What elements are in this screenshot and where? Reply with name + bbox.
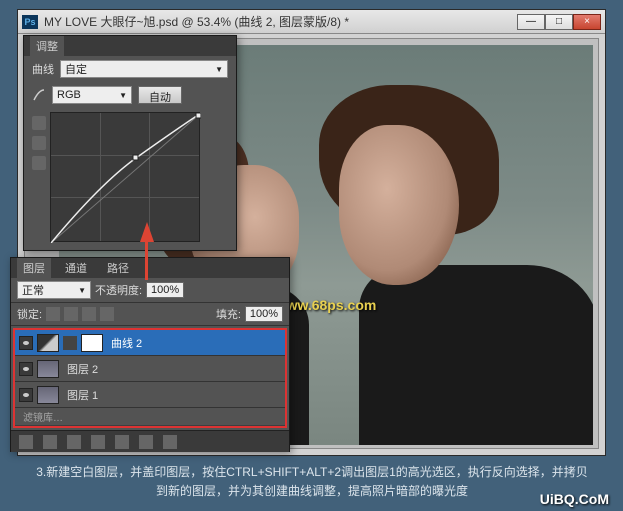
layer-name[interactable]: 曲线 2	[111, 335, 142, 351]
visibility-toggle-icon[interactable]	[19, 362, 33, 376]
tab-layers[interactable]: 图层	[17, 258, 51, 278]
point-curve-icon[interactable]	[32, 88, 46, 102]
curves-graph[interactable]	[50, 112, 200, 242]
eyedropper-white-icon[interactable]	[32, 156, 46, 170]
channel-dropdown[interactable]: RGB ▼	[52, 86, 132, 104]
layers-footer	[11, 430, 289, 452]
tab-adjustments[interactable]: 调整	[30, 36, 64, 56]
adjustment-type-label: 曲线	[32, 61, 54, 77]
trash-icon[interactable]	[163, 435, 177, 449]
eyedropper-gray-icon[interactable]	[32, 136, 46, 150]
lock-all-icon[interactable]	[100, 307, 114, 321]
curves-thumb-icon	[37, 334, 59, 352]
chevron-down-icon: ▼	[119, 91, 127, 100]
curve-line[interactable]	[51, 113, 201, 243]
blend-mode-value: 正常	[22, 282, 44, 298]
fill-label: 填充:	[216, 306, 241, 322]
auto-button[interactable]: 自动	[138, 86, 182, 104]
eyedropper-tools	[32, 112, 46, 242]
layer-thumb-icon	[37, 386, 59, 404]
mask-thumb-icon[interactable]	[81, 334, 103, 352]
maximize-button[interactable]: □	[545, 14, 573, 30]
layer-list-highlighted: 曲线 2 图层 2 图层 1 滤镜库…	[13, 328, 287, 428]
blend-mode-dropdown[interactable]: 正常 ▼	[17, 281, 91, 299]
layer-row[interactable]: 曲线 2	[15, 330, 285, 356]
minimize-button[interactable]: —	[517, 14, 545, 30]
lock-position-icon[interactable]	[82, 307, 96, 321]
layers-tabs: 图层 通道 路径	[11, 258, 289, 278]
fill-input[interactable]: 100%	[245, 306, 283, 322]
panel-tab-bar: 调整	[24, 36, 236, 56]
layer-thumb-icon	[37, 360, 59, 378]
chevron-down-icon: ▼	[215, 65, 223, 74]
lock-pixels-icon[interactable]	[64, 307, 78, 321]
opacity-label: 不透明度:	[95, 282, 142, 298]
lock-transparent-icon[interactable]	[46, 307, 60, 321]
brand-watermark: UiBQ.CoM	[540, 491, 609, 507]
curves-preset-dropdown[interactable]: 自定 ▼	[60, 60, 228, 78]
eyedropper-black-icon[interactable]	[32, 116, 46, 130]
mask-icon[interactable]	[67, 435, 81, 449]
layer-row[interactable]: 图层 2	[15, 356, 285, 382]
close-button[interactable]: ×	[573, 14, 601, 30]
link-icon[interactable]	[63, 336, 77, 350]
visibility-toggle-icon[interactable]	[19, 336, 33, 350]
layer-name[interactable]: 图层 2	[67, 361, 98, 377]
more-label: 滤镜库…	[23, 409, 63, 424]
opacity-input[interactable]: 100%	[146, 282, 184, 298]
document-title: MY LOVE 大眼仔~旭.psd @ 53.4% (曲线 2, 图层蒙版/8)…	[44, 13, 517, 30]
layer-row-more[interactable]: 滤镜库…	[15, 408, 285, 426]
group-icon[interactable]	[115, 435, 129, 449]
layer-name[interactable]: 图层 1	[67, 387, 98, 403]
watermark-text: www.68ps.com	[276, 297, 377, 313]
adjustment-layer-icon[interactable]	[91, 435, 105, 449]
chevron-down-icon: ▼	[78, 286, 86, 295]
fx-icon[interactable]	[43, 435, 57, 449]
tutorial-caption: 3.新建空白图层，并盖印图层，按住CTRL+SHIFT+ALT+2调出图层1的高…	[32, 463, 592, 501]
preset-value: 自定	[65, 61, 87, 77]
adjustments-panel[interactable]: 调整 曲线 自定 ▼ RGB ▼ 自动	[23, 35, 237, 251]
title-bar[interactable]: Ps MY LOVE 大眼仔~旭.psd @ 53.4% (曲线 2, 图层蒙版…	[18, 10, 605, 34]
tab-channels[interactable]: 通道	[59, 258, 93, 278]
new-layer-icon[interactable]	[139, 435, 153, 449]
visibility-toggle-icon[interactable]	[19, 388, 33, 402]
layer-row[interactable]: 图层 1	[15, 382, 285, 408]
app-icon: Ps	[22, 15, 38, 29]
annotation-arrow-line	[145, 240, 148, 280]
annotation-arrow-icon	[140, 222, 154, 242]
lock-label: 锁定:	[17, 306, 42, 322]
link-layers-icon[interactable]	[19, 435, 33, 449]
channel-value: RGB	[57, 89, 81, 101]
tab-paths[interactable]: 路径	[101, 258, 135, 278]
layers-panel[interactable]: 图层 通道 路径 正常 ▼ 不透明度: 100% 锁定: 填充: 100% 曲线…	[10, 257, 290, 452]
